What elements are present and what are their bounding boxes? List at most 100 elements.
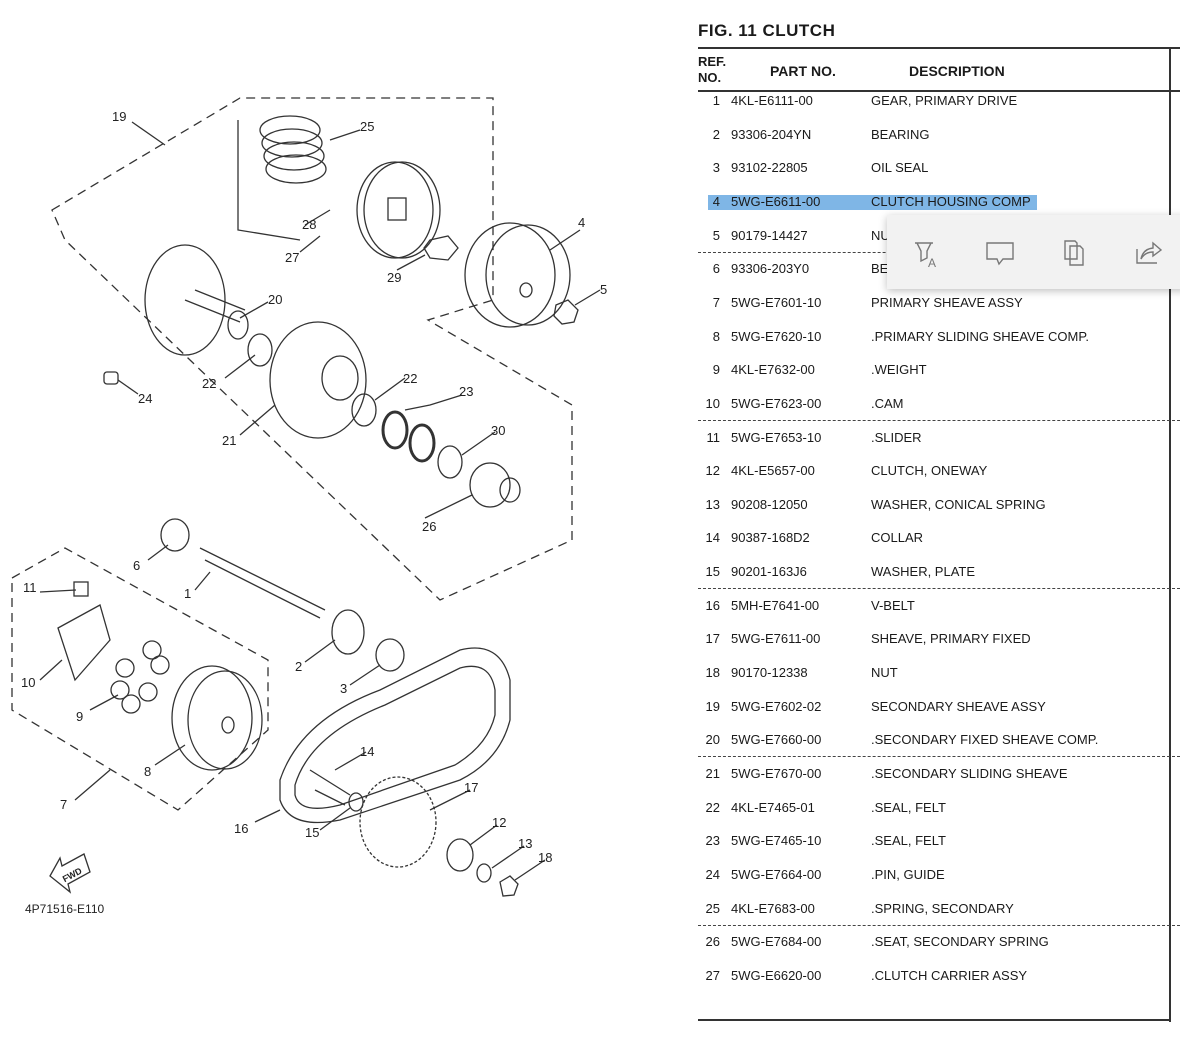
table-row[interactable]: 25 4KL-E7683-00 .SPRING, SECONDARY — [698, 899, 1168, 919]
callout-label: 8 — [144, 764, 151, 779]
group-separator — [698, 419, 1180, 421]
part-description: WASHER, CONICAL SPRING — [871, 496, 1046, 512]
callout-label: 11 — [23, 580, 37, 595]
part-description: WASHER, PLATE — [871, 564, 976, 580]
header-ref-line1: REF. — [698, 54, 727, 69]
ref-no: 5 — [712, 227, 720, 243]
table-row[interactable]: 24 5WG-E7664-00 .PIN, GUIDE — [698, 865, 1168, 885]
part-number: 5WG-E7620-10 — [731, 328, 822, 344]
callout-label: 18 — [538, 850, 552, 865]
ref-no: 8 — [712, 328, 720, 344]
boundary-7 — [11, 547, 269, 811]
washer-30 — [437, 445, 463, 479]
part-description: SHEAVE, PRIMARY FIXED — [871, 631, 1031, 647]
seal-22 — [247, 333, 273, 367]
ref-no: 12 — [705, 463, 720, 479]
callout-label: 16 — [234, 821, 248, 836]
ref-no: 15 — [705, 564, 720, 580]
callout-label: 12 — [492, 815, 506, 830]
table-row[interactable]: 23 5WG-E7465-10 .SEAL, FELT — [698, 831, 1168, 851]
callout-label: 14 — [360, 744, 374, 759]
table-row[interactable]: 11 5WG-E7653-10 .SLIDER — [698, 428, 1168, 448]
part-description: .SPRING, SECONDARY — [871, 900, 1014, 916]
part-description: COLLAR — [871, 530, 924, 546]
table-row[interactable]: 21 5WG-E7670-00 .SECONDARY SLIDING SHEAVE — [698, 764, 1168, 784]
ref-no: 7 — [712, 294, 720, 310]
table-row[interactable]: 18 90170-12338 NUT — [698, 663, 1168, 683]
table-row[interactable]: 27 5WG-E6620-00 .CLUTCH CARRIER ASSY — [698, 966, 1168, 986]
table-row[interactable]: 19 5WG-E7602-02 SECONDARY SHEAVE ASSY — [698, 697, 1168, 717]
table-row[interactable]: 13 90208-12050 WASHER, CONICAL SPRING — [698, 495, 1168, 515]
part-description: SECONDARY SHEAVE ASSY — [871, 698, 1046, 714]
ref-no: 23 — [705, 833, 720, 849]
callout-label: 13 — [518, 836, 532, 851]
table-row[interactable]: 9 4KL-E7632-00 .WEIGHT — [698, 360, 1168, 380]
part-description: NUT — [871, 665, 898, 681]
table-row[interactable]: 3 93102-22805 OIL SEAL — [698, 158, 1168, 178]
ref-no: 6 — [712, 261, 720, 277]
part-number: 93102-22805 — [731, 160, 808, 176]
table-top-rule — [698, 47, 1180, 49]
exploded-parts-diagram: 1925282729452022242122233026611110923871… — [11, 97, 607, 916]
callout-label: 27 — [285, 250, 299, 265]
group-separator — [698, 588, 1180, 590]
ref-no: 4 — [712, 193, 720, 209]
table-row[interactable]: 12 4KL-E5657-00 CLUTCH, ONEWAY — [698, 461, 1168, 481]
part-number: 5WG-E7660-00 — [731, 732, 822, 748]
share-button[interactable] — [1133, 237, 1165, 269]
part-number: 5WG-E6620-00 — [731, 967, 822, 983]
part-number: 90201-163J6 — [731, 564, 807, 580]
table-row[interactable]: 20 5WG-E7660-00 .SECONDARY FIXED SHEAVE CO… — [698, 730, 1168, 750]
table-row[interactable]: 8 5WG-E7620-10 .PRIMARY SLIDING SHEAVE COM… — [698, 327, 1168, 347]
ref-no: 21 — [705, 766, 720, 781]
part-description: .SECONDARY SLIDING SHEAVE — [871, 766, 1068, 781]
table-row[interactable]: 1 4KL-E6111-00 GEAR, PRIMARY DRIVE — [698, 91, 1168, 111]
part-number: 90387-168D2 — [731, 530, 810, 546]
callout-label: 2 — [295, 659, 302, 674]
callout-label: 22 — [403, 371, 417, 386]
part-number: 5MH-E7641-00 — [731, 597, 820, 613]
table-row[interactable]: 15 90201-163J6 WASHER, PLATE — [698, 562, 1168, 582]
oneway-clutch-12 — [446, 838, 474, 872]
nut-18 — [499, 875, 519, 897]
table-row[interactable]: 10 5WG-E7623-00 .CAM — [698, 394, 1168, 414]
ref-no: 10 — [705, 395, 720, 411]
part-number: 5WG-E7670-00 — [731, 766, 822, 781]
comment-icon — [986, 242, 1014, 266]
callout-label: 28 — [302, 217, 316, 232]
ref-no: 26 — [705, 934, 720, 950]
part-number: 5WG-E7602-02 — [731, 698, 822, 714]
highlight-text-button[interactable]: A — [911, 237, 943, 270]
ref-no: 14 — [705, 530, 720, 546]
copy-button[interactable] — [1059, 237, 1091, 269]
seal-23b — [408, 423, 436, 463]
part-number: 5WG-E7623-00 — [731, 395, 822, 411]
pin-24 — [103, 371, 119, 385]
table-row[interactable]: 14 90387-168D2 COLLAR — [698, 528, 1168, 548]
table-right-rule — [1169, 48, 1171, 1022]
part-number: 4KL-E7632-00 — [731, 362, 815, 378]
table-row[interactable]: 2 93306-204YN BEARING — [698, 125, 1168, 145]
boundary-19 — [51, 97, 573, 601]
part-number: 5WG-E7684-00 — [731, 934, 822, 950]
table-row[interactable]: 7 5WG-E7601-10 PRIMARY SHEAVE ASSY — [698, 293, 1168, 313]
part-description: V-BELT — [871, 597, 915, 613]
copy-icon — [1064, 240, 1084, 266]
table-row[interactable]: 26 5WG-E7684-00 .SEAT, SECONDARY SPRING — [698, 932, 1168, 952]
comment-button[interactable] — [985, 237, 1017, 269]
group-separator — [698, 756, 1180, 758]
callout-label: 26 — [422, 519, 436, 534]
callout-label: 23 — [459, 384, 473, 399]
callout-label: 30 — [491, 423, 505, 438]
nut-29 — [423, 235, 459, 261]
table-row[interactable]: 22 4KL-E7465-01 .SEAL, FELT — [698, 798, 1168, 818]
callout-label: 21 — [222, 433, 236, 448]
ref-no: 17 — [705, 631, 720, 647]
shaft-1 — [199, 547, 326, 619]
table-row[interactable]: 4 5WG-E6611-00 CLUTCH HOUSING COMP — [698, 192, 1168, 212]
part-number: 5WG-E6611-00 — [731, 193, 821, 209]
callout-label: 5 — [600, 282, 607, 297]
table-row[interactable]: 16 5MH-E7641-00 V-BELT — [698, 596, 1168, 616]
table-row[interactable]: 17 5WG-E7611-00 SHEAVE, PRIMARY FIXED — [698, 629, 1168, 649]
ref-no: 25 — [705, 900, 720, 916]
